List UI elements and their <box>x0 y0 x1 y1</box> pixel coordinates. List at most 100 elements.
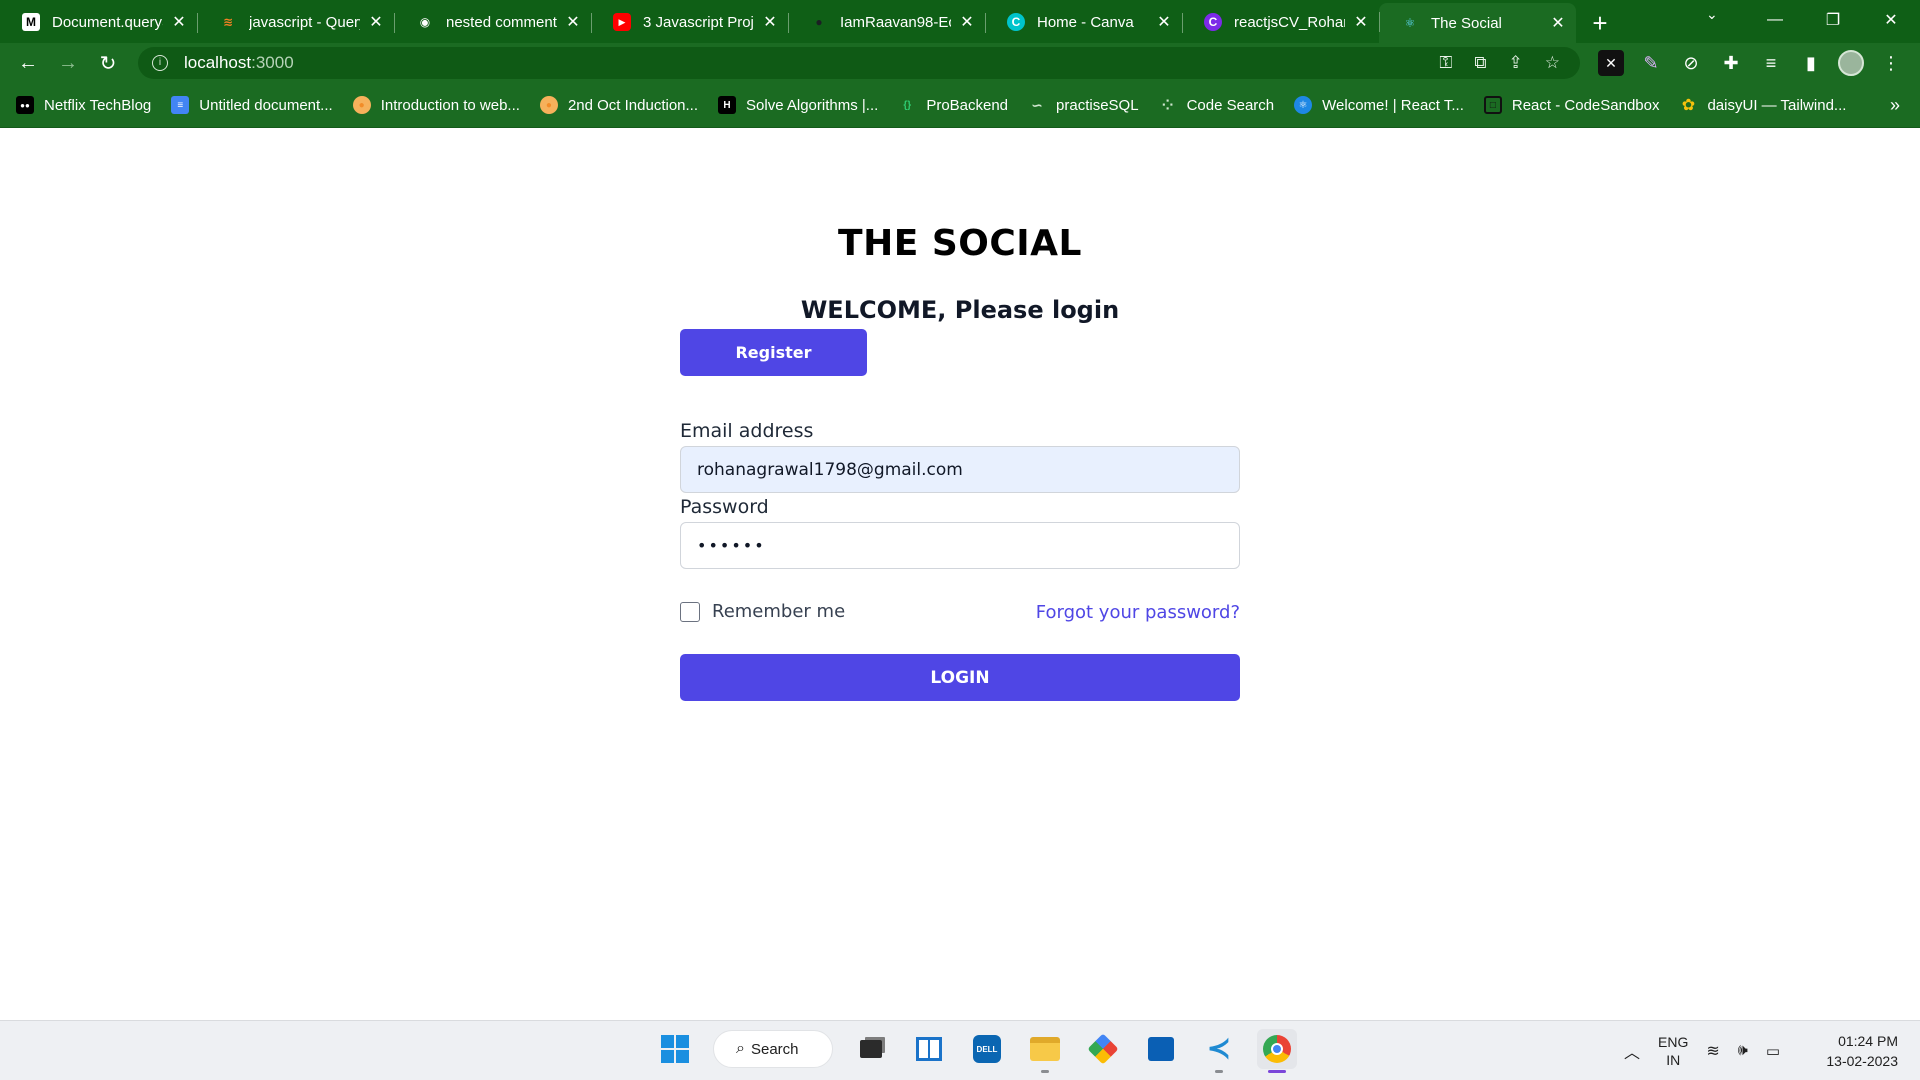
bookmark-item[interactable]: {} ProBackend <box>898 96 1008 114</box>
page-content: THE SOCIAL WELCOME, Please login Registe… <box>0 128 1920 1020</box>
clock[interactable]: 01:24 PM 13-02-2023 <box>1826 1031 1898 1071</box>
browser-tab[interactable]: CreactjsCV_Rohan ✕ <box>1182 4 1379 40</box>
sql-wave-icon: ∽ <box>1031 96 1043 113</box>
share-icon[interactable]: ⇪ <box>1509 53 1523 73</box>
file-explorer-icon[interactable] <box>1025 1029 1065 1073</box>
register-button[interactable]: Register <box>680 329 867 376</box>
bookmark-label: daisyUI — Tailwind... <box>1707 96 1847 114</box>
canva-icon: C <box>1007 13 1025 31</box>
address-bar[interactable]: i localhost:3000 ⚿ ⧉ ⇪ ☆ <box>138 47 1580 79</box>
wifi-icon[interactable]: ≋ <box>1706 1041 1719 1061</box>
remember-me[interactable]: Remember me <box>680 601 845 622</box>
clock-date: 13-02-2023 <box>1826 1053 1898 1069</box>
browser-tab[interactable]: ⚛ The Social ✕ <box>1379 3 1576 43</box>
tab-close-icon[interactable]: ✕ <box>565 12 581 32</box>
globe-icon: ◉ <box>419 15 431 29</box>
windows-start-icon[interactable] <box>655 1029 695 1069</box>
key-icon[interactable]: ⚿ <box>1439 53 1452 73</box>
bookmark-item[interactable]: ∽ practiseSQL <box>1028 96 1138 114</box>
bookmark-item[interactable]: ● Introduction to web... <box>352 96 520 114</box>
battery-icon[interactable]: ▭ <box>1766 1042 1780 1060</box>
bookmark-label: Welcome! | React T... <box>1322 96 1464 114</box>
taskbar-search[interactable]: ⌕ Search <box>713 1030 833 1068</box>
taskbar-search-label: Search <box>750 1040 799 1058</box>
bookmark-item[interactable]: ✿ daisyUI — Tailwind... <box>1679 96 1847 115</box>
hackerrank-icon: H <box>718 96 737 114</box>
side-panel-icon[interactable]: ▮ <box>1798 50 1824 76</box>
microsoft-store-icon[interactable] <box>1141 1029 1181 1069</box>
close-window-icon[interactable]: ✕ <box>1862 0 1920 40</box>
tab-close-icon[interactable]: ✕ <box>1156 12 1172 32</box>
tab-close-icon[interactable]: ✕ <box>762 12 778 32</box>
bookmark-item[interactable]: ≡ Untitled document... <box>171 96 333 114</box>
tab-close-icon[interactable]: ✕ <box>1550 13 1566 33</box>
volume-icon[interactable]: 🕪 <box>1738 1042 1748 1060</box>
taskbar: ⌕ Search DELL ≺ ︿ ENG IN ≋ 🕪 ▭ 01:24 PM … <box>0 1020 1920 1080</box>
translate-icon[interactable]: ⧉ <box>1474 53 1486 73</box>
forward-icon[interactable]: → <box>48 47 88 79</box>
git-icon[interactable] <box>1083 1029 1123 1069</box>
orange-circle-icon: ● <box>539 96 558 114</box>
compass-icon[interactable]: ⊘ <box>1678 50 1704 76</box>
back-icon[interactable]: ← <box>8 47 48 79</box>
tab-title: nested comment <box>446 13 557 31</box>
restore-icon[interactable]: ❐ <box>1804 0 1862 40</box>
show-hidden-icons-chevron-icon[interactable]: ︿ <box>1624 1039 1640 1063</box>
tab-close-icon[interactable]: ✕ <box>171 12 187 32</box>
puzzle-icon[interactable]: ✚ <box>1718 50 1744 76</box>
browser-tab[interactable]: M Document.querySel ✕ <box>0 4 197 40</box>
bookmark-item[interactable]: ⁘ Code Search <box>1159 96 1274 114</box>
bookmark-star-icon[interactable]: ☆ <box>1545 53 1560 73</box>
widgets-icon[interactable] <box>909 1029 949 1069</box>
language-indicator[interactable]: ENG IN <box>1658 1033 1688 1069</box>
vscode-icon[interactable]: ≺ <box>1199 1029 1239 1073</box>
bookmark-item[interactable]: ⚛ Welcome! | React T... <box>1294 96 1464 114</box>
remember-checkbox[interactable] <box>680 601 700 622</box>
tab-close-icon[interactable]: ✕ <box>959 12 975 32</box>
tab-title: 3 Javascript Proje <box>643 13 754 31</box>
login-button[interactable]: LOGIN <box>680 654 1240 701</box>
browser-tab[interactable]: ● IamRaavan98-Eco ✕ <box>788 4 985 40</box>
bookmark-item[interactable]: H Solve Algorithms |... <box>718 96 878 114</box>
minimize-icon[interactable]: — <box>1746 0 1804 40</box>
stackoverflow-icon: ≋ <box>222 15 234 29</box>
clock-time: 01:24 PM <box>1838 1033 1898 1049</box>
system-tray: ︿ ENG IN ≋ 🕪 ▭ <box>1624 1021 1780 1080</box>
chrome-icon[interactable] <box>1257 1029 1297 1073</box>
extension-x-icon[interactable]: ✕ <box>1598 50 1624 76</box>
bookmark-item[interactable]: ●● Netflix TechBlog <box>16 96 151 114</box>
task-view-icon[interactable] <box>851 1029 891 1069</box>
browser-tab[interactable]: ≋ javascript - Query ✕ <box>197 4 394 40</box>
bookmark-item[interactable]: ● 2nd Oct Induction... <box>539 96 698 114</box>
tab-title: javascript - Query <box>249 13 360 31</box>
forgot-password-link[interactable]: Forgot your password? <box>940 602 1240 623</box>
password-label: Password <box>680 496 769 518</box>
tab-close-icon[interactable]: ✕ <box>368 12 384 32</box>
tab-title: Home - Canva <box>1037 13 1134 31</box>
address-port: :3000 <box>251 53 294 72</box>
extension-eyedropper-icon[interactable]: ✎ <box>1638 50 1664 76</box>
email-field[interactable]: rohanagrawal1798@gmail.com <box>680 446 1240 493</box>
menu-kebab-icon[interactable]: ⋮ <box>1878 50 1904 76</box>
reload-icon[interactable]: ↻ <box>88 47 128 79</box>
bookmarks-overflow-icon[interactable]: » <box>1890 95 1900 116</box>
site-info-icon[interactable]: i <box>152 55 168 71</box>
tab-close-icon[interactable]: ✕ <box>1353 12 1369 32</box>
password-field[interactable]: •••••• <box>680 522 1240 569</box>
media-control-icon[interactable]: ≡ <box>1758 50 1784 76</box>
orange-circle-icon: ● <box>352 96 371 114</box>
new-tab-icon[interactable]: + <box>1580 3 1620 43</box>
bookmark-label: Introduction to web... <box>380 96 520 114</box>
google-docs-icon: ≡ <box>171 96 190 114</box>
browser-tab[interactable]: C Home - Canva ✕ <box>985 4 1182 40</box>
dell-icon[interactable]: DELL <box>967 1029 1007 1069</box>
bookmark-label: Solve Algorithms |... <box>746 96 879 114</box>
bookmark-item[interactable]: □ React - CodeSandbox <box>1483 96 1659 114</box>
brand-title: THE SOCIAL <box>838 223 1082 264</box>
profile-avatar[interactable] <box>1838 50 1864 76</box>
welcome-heading: WELCOME, Please login <box>800 296 1120 324</box>
browser-tab[interactable]: ▶ 3 Javascript Proje ✕ <box>591 4 788 40</box>
browser-tab[interactable]: ◉ nested comment ✕ <box>394 4 591 40</box>
tab-search-icon[interactable]: ⌄ <box>1706 6 1718 23</box>
tab-title: IamRaavan98-Eco <box>840 13 951 31</box>
